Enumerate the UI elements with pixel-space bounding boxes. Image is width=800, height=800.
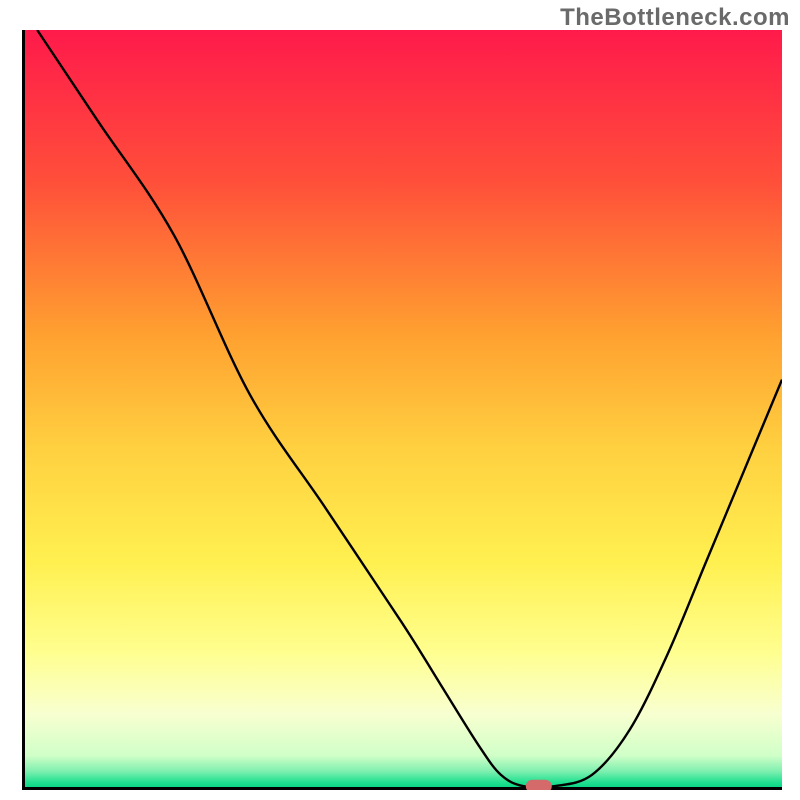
optimal-marker bbox=[526, 780, 552, 790]
chart-background bbox=[22, 30, 782, 790]
bottleneck-chart bbox=[22, 30, 782, 790]
watermark-text: TheBottleneck.com bbox=[560, 4, 790, 32]
chart-markers bbox=[526, 780, 552, 790]
chart-svg bbox=[22, 30, 782, 790]
